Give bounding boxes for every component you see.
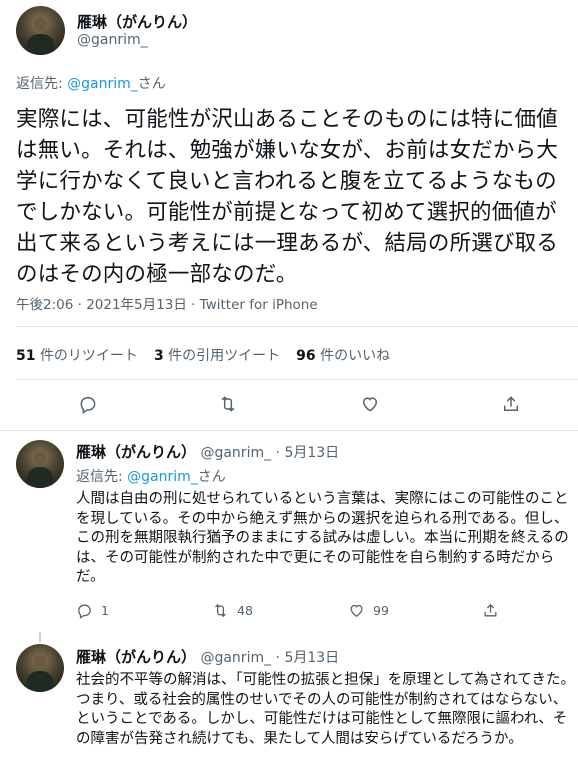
heart-icon [350,604,363,617]
retweet-button[interactable] [216,392,240,416]
reply-tweet[interactable]: 雁琳（がんりん） @ganrim_ · 5月13日 社会的不平等の解消は、「可能… [0,632,578,775]
tweet-date[interactable]: · 5月13日 [276,445,340,461]
author-name[interactable]: 雁琳（がんりん） [77,11,197,32]
reply-button[interactable] [76,392,100,416]
author-handle[interactable]: @ganrim_ [77,32,148,48]
likes-stat[interactable]: 96 件のいいね [296,345,390,365]
retweets-stat[interactable]: 51 件のリツイート [16,345,138,365]
avatar[interactable] [16,644,64,692]
tweet-timestamp[interactable]: 午後2:06 · 2021年5月13日 · Twitter for iPhone [16,293,318,313]
tweet-text: 社会的不平等の解消は、「可能性の拡張と担保」を原理として為されてきた。つまり、或… [76,672,575,747]
main-tweet: 雁琳（がんりん） @ganrim_ 返信先: @ganrim_さん 実際には、可… [0,0,578,431]
like-count: 99 [373,603,389,618]
retweet-icon [215,603,226,618]
author-name[interactable]: 雁琳（がんりん） [76,443,196,461]
reply-count: 1 [101,603,109,618]
divider [16,326,578,327]
avatar[interactable] [16,440,64,488]
tweet-stats: 51 件のリツイート 3 件の引用ツイート 96 件のいいね [16,345,390,365]
divider [16,379,578,380]
tweet-actions [0,392,578,416]
reply-icon [78,604,91,619]
reply-prefix: 返信先: [76,469,123,485]
reply-header: 雁琳（がんりん） @ganrim_ · 5月13日 [76,646,339,667]
reply-context: 返信先: @ganrim_さん [16,73,166,93]
tweet-date[interactable]: · 5月13日 [276,650,340,666]
share-icon [504,396,518,411]
reply-suffix: さん [197,469,226,485]
reply-icon [80,397,96,414]
retweet-icon [221,396,235,412]
heart-icon [362,397,378,412]
tweet-text: 実際には、可能性が沢山あることそのものには特に価値は無い。それは、勉強が嫌いな女… [16,107,559,287]
like-button[interactable] [358,392,382,416]
share-button[interactable] [499,392,523,416]
reply-button[interactable]: 1 [76,602,109,619]
like-button[interactable]: 99 [348,602,389,619]
share-button[interactable] [482,602,499,619]
tweet-actions: 1 48 99 [76,602,516,622]
thread-line [39,632,41,642]
reply-context: 返信先: @ganrim_さん [76,466,226,486]
reply-to-link[interactable]: @ganrim_ [127,469,198,485]
retweet-count: 48 [237,603,253,618]
reply-to-link[interactable]: @ganrim_ [67,76,138,92]
author-handle[interactable]: @ganrim_ [200,650,271,666]
reply-header: 雁琳（がんりん） @ganrim_ · 5月13日 [76,441,339,462]
tweet-text: 人間は自由の刑に処せられているという言葉は、実際にはこの可能性のことを現している… [76,491,569,585]
retweet-button[interactable]: 48 [212,602,253,619]
share-icon [484,603,497,617]
quotes-stat[interactable]: 3 件の引用ツイート [154,345,280,365]
author-name[interactable]: 雁琳（がんりん） [76,648,196,666]
reply-tweet[interactable]: 雁琳（がんりん） @ganrim_ · 5月13日 返信先: @ganrim_さ… [0,432,578,632]
avatar[interactable] [16,6,65,55]
reply-suffix: さん [137,76,166,92]
reply-prefix: 返信先: [16,76,63,92]
author-handle[interactable]: @ganrim_ [200,445,271,461]
